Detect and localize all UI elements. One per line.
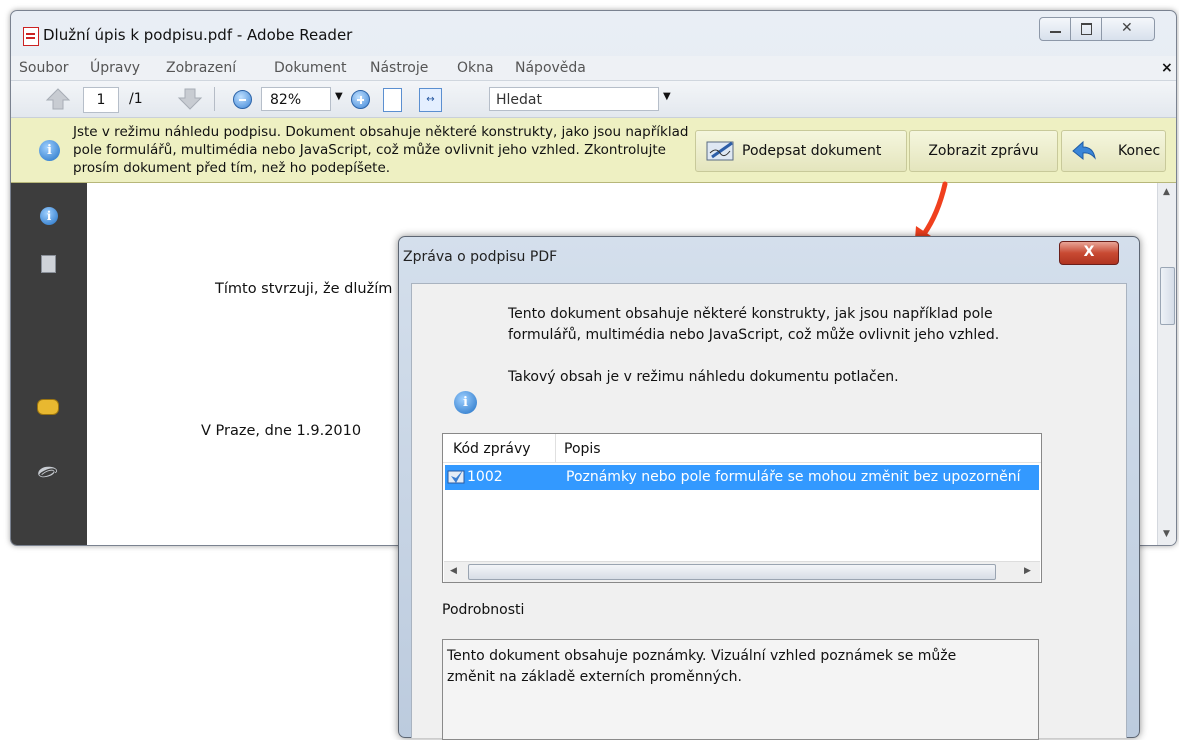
scroll-right-icon[interactable]: ▶ xyxy=(1024,566,1031,576)
menu-napoveda[interactable]: Nápověda xyxy=(515,60,586,76)
scroll-left-icon[interactable]: ◀ xyxy=(450,566,457,576)
next-page-icon[interactable] xyxy=(177,87,203,111)
search-input[interactable]: Hledat xyxy=(489,87,659,111)
info-icon: i xyxy=(39,140,60,161)
dialog-title: Zpráva o podpisu PDF xyxy=(403,249,558,265)
column-divider[interactable] xyxy=(555,434,556,462)
navigation-panel: i 𝓞 xyxy=(11,183,87,545)
info-panel-icon[interactable]: i xyxy=(40,207,58,225)
comments-icon[interactable] xyxy=(37,399,59,415)
fit-page-icon[interactable] xyxy=(383,88,402,112)
view-report-button[interactable]: Zobrazit zprávu xyxy=(909,130,1058,172)
message-list[interactable]: Kód zprávy Popis 1002 Poznámky nebo pole… xyxy=(442,433,1042,583)
toolbar-divider xyxy=(214,87,215,111)
sign-document-label: Podepsat dokument xyxy=(742,143,882,159)
details-line-1: Tento dokument obsahuje poznámky. Vizuál… xyxy=(447,648,957,664)
end-label: Konec xyxy=(1118,143,1161,159)
page-total: /1 xyxy=(129,91,143,107)
menu-soubor[interactable]: Soubor xyxy=(19,60,69,76)
menu-nastroje[interactable]: Nástroje xyxy=(370,60,428,76)
vertical-scrollbar[interactable]: ▲ ▼ xyxy=(1157,183,1176,545)
message-line-3: Takový obsah je v režimu náhledu dokumen… xyxy=(508,369,899,385)
info-icon: i xyxy=(454,391,477,414)
dialog-body: i Tento dokument obsahuje některé konstr… xyxy=(411,283,1127,740)
menu-bar: Soubor Úpravy Zobrazení Dokument Nástroj… xyxy=(11,56,1176,81)
maximize-button[interactable] xyxy=(1070,17,1102,41)
menu-zobrazeni[interactable]: Zobrazení xyxy=(166,60,236,76)
search-dropdown-icon[interactable]: ▼ xyxy=(663,91,671,102)
document-line-2: V Praze, dne 1.9.2010 xyxy=(201,423,362,439)
dialog-close-button[interactable]: X xyxy=(1059,241,1119,265)
window-title: Dlužní úpis k podpisu.pdf - Adobe Reader xyxy=(43,26,353,44)
menu-upravy[interactable]: Úpravy xyxy=(90,60,140,76)
zoom-dropdown-icon[interactable]: ▼ xyxy=(335,91,343,102)
end-button[interactable]: Konec xyxy=(1061,130,1166,172)
list-header: Kód zprávy Popis xyxy=(443,434,1041,463)
pages-icon[interactable] xyxy=(41,255,56,273)
title-bar[interactable]: Dlužní úpis k podpisu.pdf - Adobe Reader… xyxy=(11,11,1176,55)
sign-document-button[interactable]: Podepsat dokument xyxy=(695,130,907,172)
previous-page-icon[interactable] xyxy=(45,87,71,111)
details-box[interactable]: Tento dokument obsahuje poznámky. Vizuál… xyxy=(442,639,1039,740)
dialog-message: Tento dokument obsahuje některé konstruk… xyxy=(508,304,1108,388)
menu-okna[interactable]: Okna xyxy=(457,60,494,76)
scroll-down-icon[interactable]: ▼ xyxy=(1163,529,1170,539)
close-icon: ✕ xyxy=(1121,20,1133,36)
form-field-warning-icon xyxy=(447,470,465,484)
message-line-2: formulářů, multimédia nebo JavaScript, c… xyxy=(508,327,1000,343)
back-arrow-icon xyxy=(1072,140,1096,161)
page-number-input[interactable]: 1 xyxy=(83,87,119,113)
details-label: Podrobnosti xyxy=(442,602,525,618)
menu-dokument[interactable]: Dokument xyxy=(274,60,347,76)
row-code: 1002 xyxy=(467,469,503,485)
details-line-2: změnit na základě externích proměnných. xyxy=(447,669,742,685)
column-description[interactable]: Popis xyxy=(564,441,601,457)
sign-pen-icon xyxy=(706,141,734,161)
fit-width-icon[interactable]: ↔ xyxy=(419,88,442,112)
signature-report-dialog: Zpráva o podpisu PDF X i Tento dokument … xyxy=(398,236,1140,740)
horizontal-scrollbar[interactable]: ◀ ▶ xyxy=(444,561,1040,582)
message-line-1: Tento dokument obsahuje některé konstruk… xyxy=(508,306,993,322)
zoom-field[interactable]: 82% xyxy=(261,87,331,111)
close-button[interactable]: ✕ xyxy=(1101,17,1155,41)
toolbar: 1 /1 82% ▼ ↔ Hledat ▼ xyxy=(11,81,1176,118)
scroll-thumb[interactable] xyxy=(1160,267,1175,325)
table-row[interactable]: 1002 Poznámky nebo pole formuláře se moh… xyxy=(445,465,1039,490)
zoom-in-icon[interactable] xyxy=(351,90,370,109)
menu-close-icon[interactable]: × xyxy=(1161,60,1173,76)
preview-message: Jste v režimu náhledu podpisu. Dokument … xyxy=(73,124,689,176)
zoom-out-icon[interactable] xyxy=(233,90,252,109)
column-code[interactable]: Kód zprávy xyxy=(453,441,531,457)
horizontal-scroll-thumb[interactable] xyxy=(468,564,996,580)
document-line-1: Tímto stvrzuji, že dlužím xyxy=(215,281,393,297)
scroll-up-icon[interactable]: ▲ xyxy=(1163,187,1170,197)
minimize-button[interactable] xyxy=(1039,17,1071,41)
details-text: Tento dokument obsahuje poznámky. Vizuál… xyxy=(447,646,1027,688)
attachments-icon[interactable]: 𝓞 xyxy=(33,458,60,486)
row-description: Poznámky nebo pole formuláře se mohou zm… xyxy=(566,469,1021,485)
pdf-file-icon xyxy=(23,27,39,46)
signature-preview-bar: i Jste v režimu náhledu podpisu. Dokumen… xyxy=(11,118,1176,183)
